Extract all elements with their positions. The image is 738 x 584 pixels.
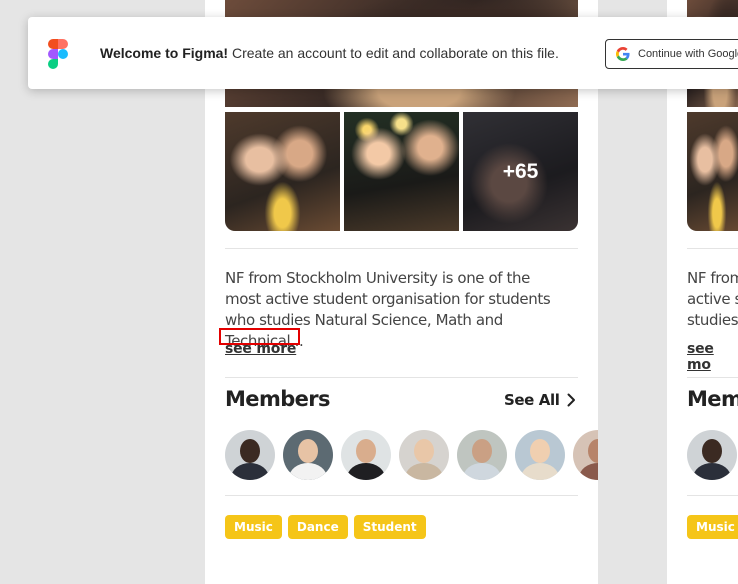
divider [687, 377, 738, 378]
community-description-preview: NF from S active s studies [687, 269, 738, 329]
member-avatar[interactable] [283, 430, 333, 480]
tag-music[interactable]: Music [687, 515, 738, 539]
highlight-box [219, 328, 300, 345]
member-avatar[interactable] [515, 430, 565, 480]
see-all-button[interactable]: See All [504, 391, 576, 409]
gallery-photo-1[interactable] [225, 112, 340, 231]
tag-list: Music Dance Student [225, 515, 426, 539]
gallery-photo-more[interactable]: +65 [463, 112, 578, 231]
divider [225, 248, 578, 249]
divider [225, 377, 578, 378]
figma-welcome-banner: Welcome to Figma! Create an account to e… [28, 17, 738, 89]
chevron-right-icon [567, 393, 576, 407]
continue-with-google-button[interactable]: Continue with Google [605, 39, 738, 69]
divider [687, 248, 738, 249]
see-more-link[interactable]: see mo [687, 341, 738, 373]
gallery-photo-1[interactable] [687, 112, 738, 231]
tag-music[interactable]: Music [225, 515, 282, 539]
divider [687, 495, 738, 496]
member-avatar[interactable] [457, 430, 507, 480]
divider [225, 495, 578, 496]
tag-student[interactable]: Student [353, 515, 426, 539]
tag-dance[interactable]: Dance [287, 515, 348, 539]
banner-welcome: Welcome to Figma! [100, 45, 229, 61]
members-heading: Mem [687, 387, 738, 411]
figma-logo-icon [48, 39, 68, 69]
see-all-label: See All [504, 391, 560, 409]
member-avatar[interactable] [399, 430, 449, 480]
banner-description: Create an account to edit and collaborat… [228, 45, 559, 61]
member-avatar[interactable] [687, 430, 737, 480]
banner-message: Welcome to Figma! Create an account to e… [100, 45, 559, 61]
member-avatar[interactable] [225, 430, 275, 480]
member-avatar[interactable] [573, 430, 598, 480]
more-photos-count: +65 [463, 112, 578, 231]
gallery-photo-2[interactable] [344, 112, 459, 231]
tag-list: Music [687, 515, 738, 539]
members-heading: Members [225, 387, 331, 411]
google-icon [616, 47, 630, 61]
member-avatar[interactable] [341, 430, 391, 480]
google-button-label: Continue with Google [638, 48, 738, 60]
